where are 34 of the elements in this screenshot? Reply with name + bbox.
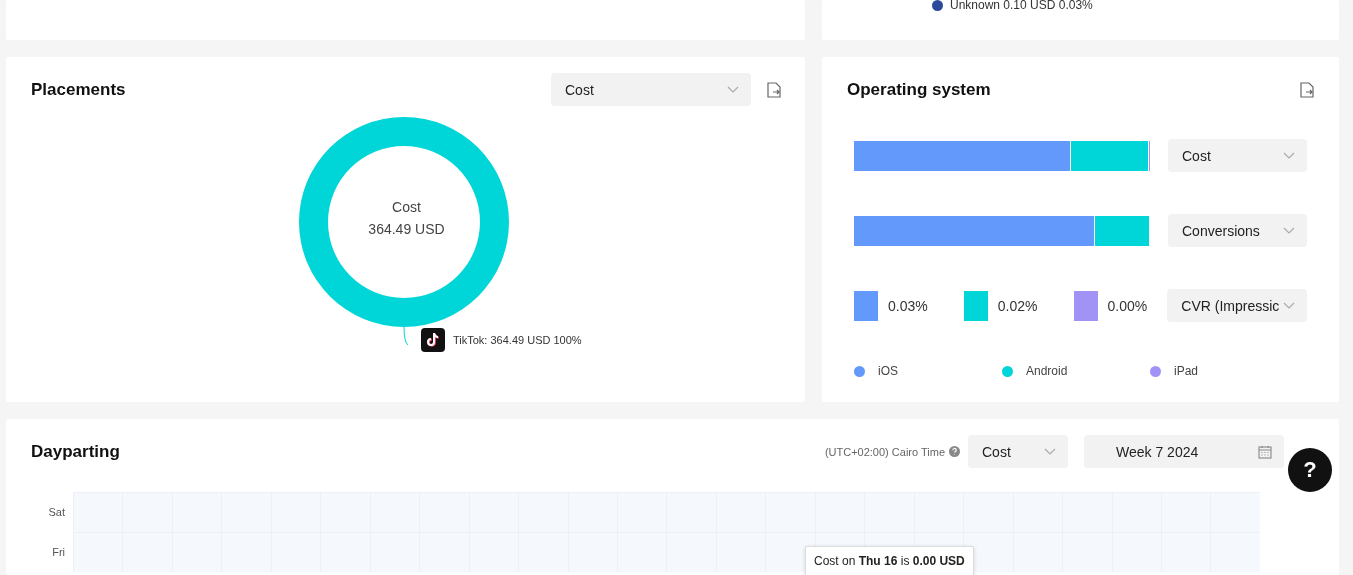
timezone-label: (UTC+02:00) Cairo Time (824, 445, 945, 458)
chevron-down-icon (727, 85, 739, 94)
metric-dropdown[interactable]: Conversions (1168, 214, 1307, 247)
center-value: 364.49 USD (368, 221, 445, 237)
rate-value: 0.02% (997, 297, 1038, 314)
center-label: Cost (392, 199, 421, 215)
data-label: TikTok: 364.49 USD 100% (453, 334, 582, 346)
legend-label: Unknown 0.10 USD 0.03% (950, 0, 1093, 10)
rate-value: 0.00% (1107, 297, 1148, 314)
rate-value: 0.03% (888, 297, 928, 314)
card-title: Dayparting (31, 441, 120, 462)
tooltip: Cost on Thu 16 is 0.00 USD (805, 546, 974, 575)
legend-label: Android (1026, 364, 1068, 378)
card-title: Operating system (847, 79, 991, 100)
export-icon[interactable] (767, 81, 781, 98)
export-icon[interactable] (1300, 81, 1314, 98)
metric-dropdown[interactable]: Cost (1168, 139, 1307, 172)
day-label: Sat (47, 505, 66, 520)
chevron-down-icon (1044, 447, 1056, 456)
day-label: Fri (51, 545, 66, 560)
metric-dropdown[interactable]: CVR (Impressic (1167, 289, 1307, 322)
chevron-down-icon (1283, 301, 1295, 310)
legend-label: iPad (1174, 364, 1199, 378)
help-icon (949, 446, 960, 457)
legend-label: iOS (878, 364, 898, 378)
week-picker[interactable]: Week 7 2024 (1084, 435, 1284, 468)
card-title: Placements (31, 79, 126, 100)
metric-dropdown[interactable]: Cost (968, 435, 1068, 468)
metric-dropdown[interactable]: Cost (551, 73, 751, 106)
chevron-down-icon (1283, 226, 1295, 235)
chevron-down-icon (1283, 151, 1295, 160)
calendar-icon (1258, 444, 1272, 459)
leader-line (403, 326, 408, 346)
note-app-icon (421, 328, 445, 352)
